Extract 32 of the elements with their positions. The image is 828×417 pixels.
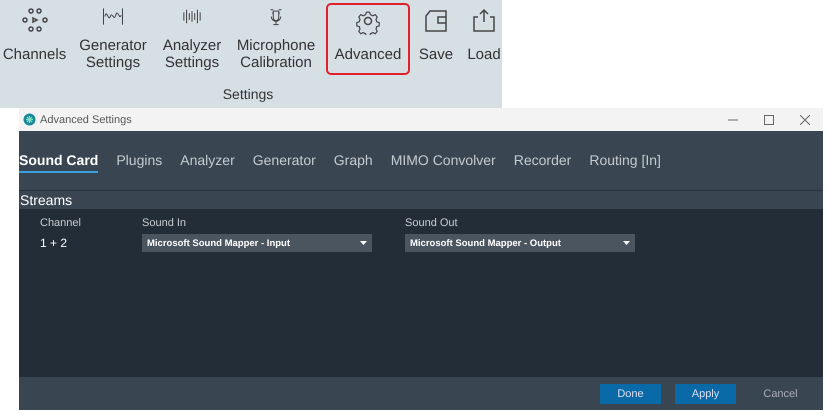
dropdown-arrow-icon [623, 241, 630, 245]
device-dropdown[interactable]: Microsoft Sound Mapper - Output [405, 234, 635, 252]
tab[interactable]: Routing [In] [589, 148, 661, 172]
dropdown-arrow-icon [360, 241, 367, 245]
ribbon-button[interactable]: Generator Settings [74, 3, 152, 75]
ribbon-button[interactable]: Save [416, 3, 456, 75]
action-button[interactable]: Apply [675, 384, 736, 404]
tab[interactable]: Recorder [514, 148, 572, 172]
ribbon-button[interactable]: Channels [1, 3, 68, 75]
tab[interactable]: Graph [334, 148, 373, 172]
ribbon-button[interactable]: Analyzer Settings [158, 3, 226, 75]
column-header: Sound Out [405, 217, 458, 229]
group-label: Settings [222, 86, 274, 102]
ribbon-button[interactable]: Load [462, 3, 506, 75]
tab[interactable]: Sound Card [19, 148, 98, 172]
column-header: Sound In [142, 217, 186, 229]
tab[interactable]: MIMO Convolver [390, 148, 496, 172]
maximize-icon [764, 114, 774, 124]
ribbon-button[interactable]: Advanced [326, 3, 410, 75]
ribbon-button[interactable]: Microphone Calibration [232, 3, 320, 75]
tab[interactable]: Analyzer [180, 148, 235, 172]
app-logo-icon [23, 113, 36, 126]
device-dropdown[interactable]: Microsoft Sound Mapper - Input [142, 234, 372, 252]
section-header: Streams [19, 191, 823, 209]
tab[interactable]: Plugins [116, 148, 162, 172]
window-title: Advanced Settings [40, 114, 132, 126]
close-icon [800, 114, 810, 124]
column-header: Channel [40, 217, 81, 229]
cancel-button[interactable]: Cancel [750, 384, 811, 404]
channel-label: 1 + 2 [40, 236, 68, 250]
action-button[interactable]: Done [600, 384, 661, 404]
tab[interactable]: Generator [252, 148, 316, 172]
